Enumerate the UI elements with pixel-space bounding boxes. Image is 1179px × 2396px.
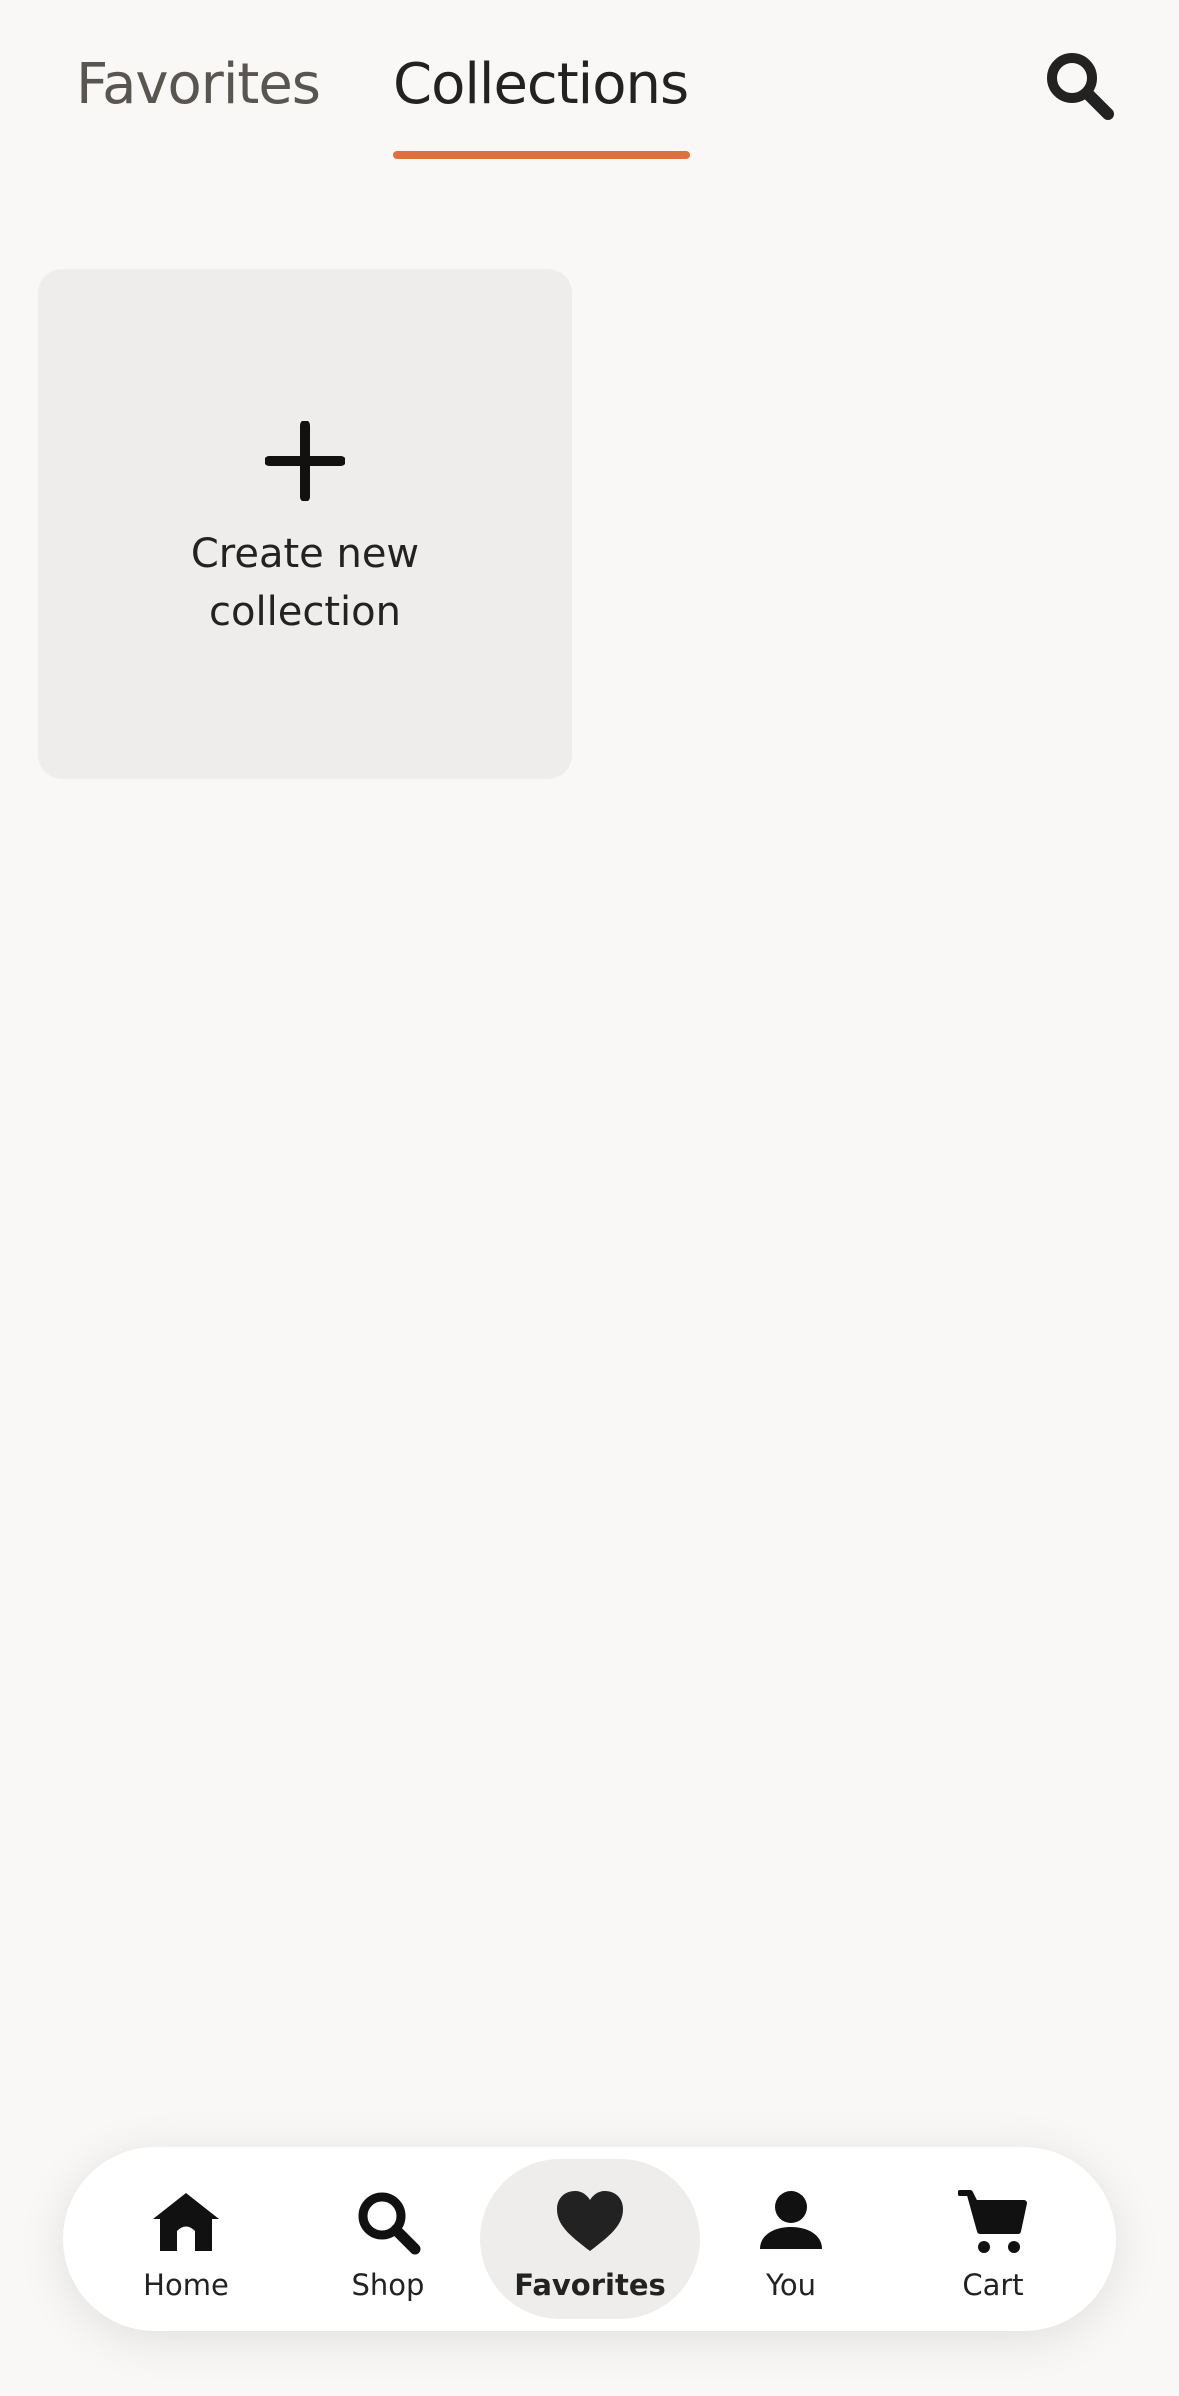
nav-shop[interactable]: Shop — [278, 2159, 498, 2319]
create-new-collection-label: Create new collection — [38, 525, 572, 641]
plus-icon — [265, 421, 345, 501]
create-new-collection-card[interactable]: Create new collection — [38, 269, 572, 779]
search-icon — [1047, 53, 1114, 120]
nav-you[interactable]: You — [681, 2159, 901, 2319]
nav-you-label: You — [766, 2268, 816, 2302]
heart-icon — [557, 2191, 623, 2251]
top-tab-bar: Favorites Collections — [0, 0, 1179, 170]
create-label-line-1: Create new — [190, 531, 420, 577]
nav-cart-label: Cart — [962, 2268, 1024, 2302]
search-button[interactable] — [1042, 48, 1118, 124]
tab-favorites[interactable]: Favorites — [76, 50, 321, 120]
active-tab-indicator — [393, 151, 690, 159]
search-icon — [358, 2192, 421, 2255]
create-label-line-2: collection — [209, 589, 401, 635]
nav-home-label: Home — [143, 2268, 229, 2302]
cart-icon — [958, 2190, 1027, 2253]
tab-collections[interactable]: Collections — [393, 50, 689, 120]
bottom-navigation-bar: Home Shop Favorites You Cart — [63, 2147, 1116, 2331]
home-icon — [153, 2193, 219, 2251]
nav-cart[interactable]: Cart — [883, 2159, 1103, 2319]
nav-home[interactable]: Home — [76, 2159, 296, 2319]
person-icon — [760, 2191, 822, 2249]
nav-favorites-label: Favorites — [514, 2268, 666, 2302]
nav-favorites[interactable]: Favorites — [480, 2159, 700, 2319]
nav-shop-label: Shop — [351, 2268, 425, 2302]
